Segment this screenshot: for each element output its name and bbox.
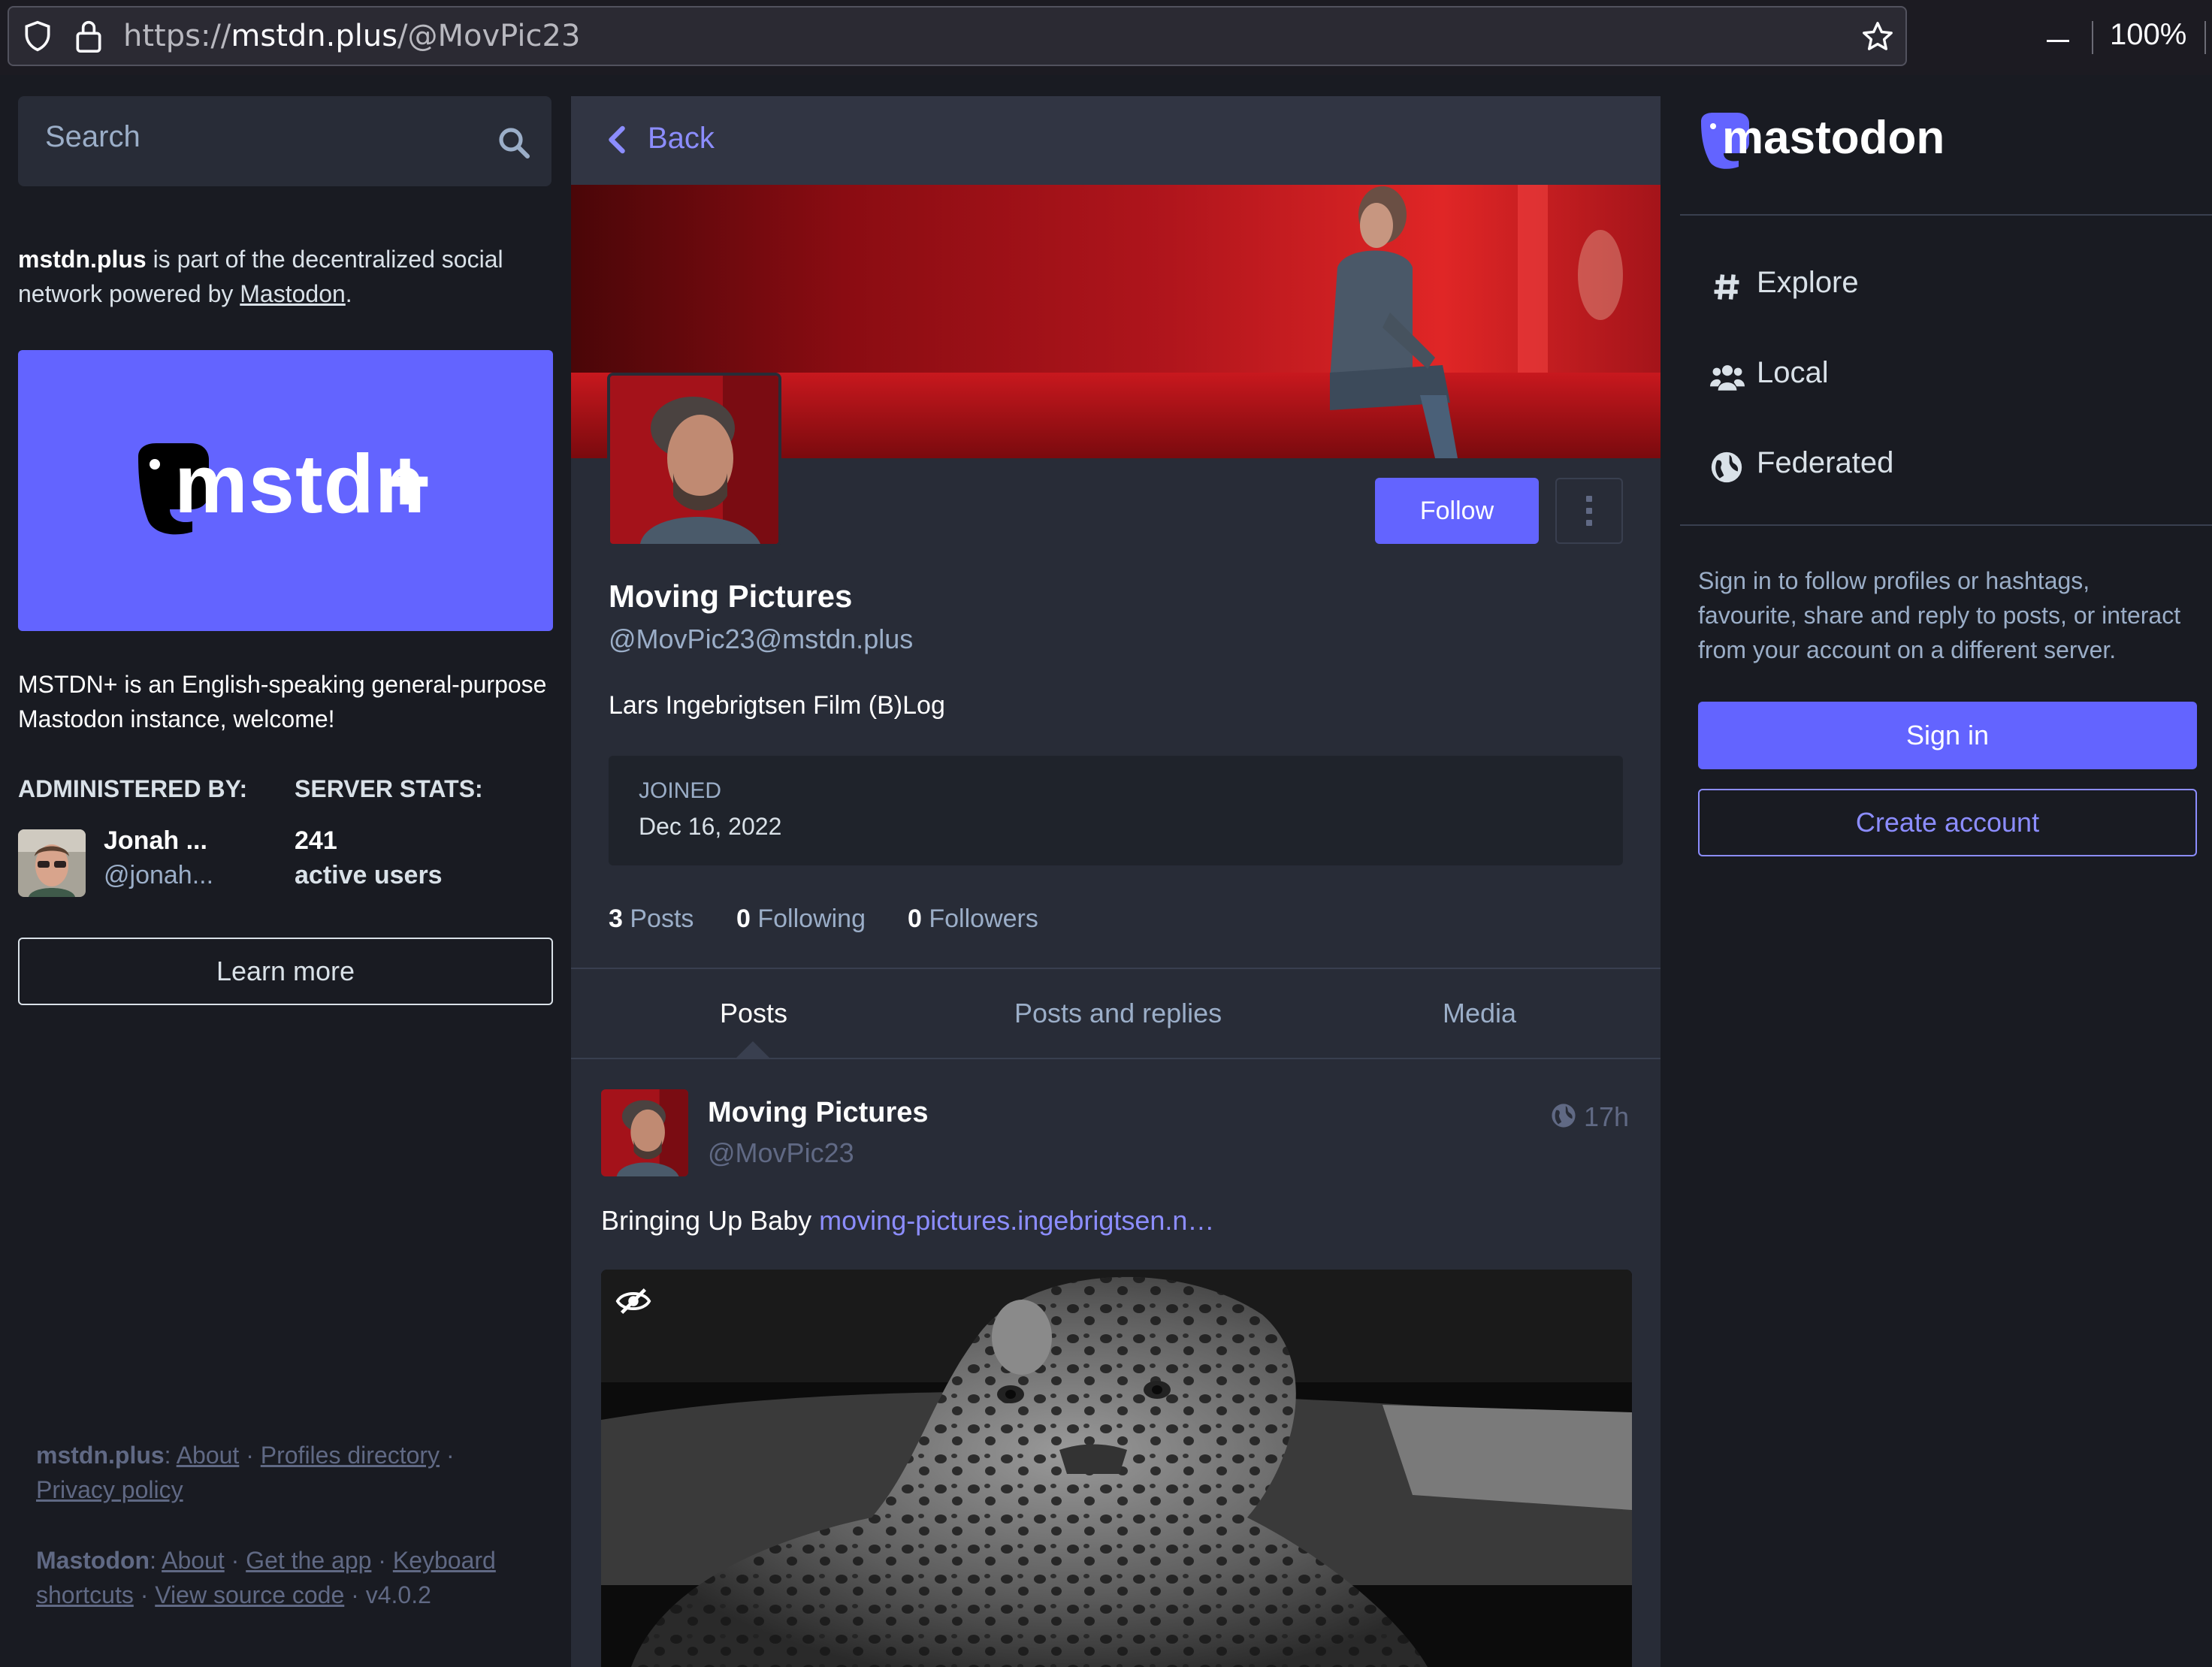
footer-source-code-link[interactable]: View source code — [155, 1581, 344, 1608]
follow-button[interactable]: Follow — [1375, 478, 1539, 544]
ellipsis-vertical-icon — [1586, 496, 1592, 526]
banner-plus: + — [379, 430, 432, 531]
logo-text: mastodon — [1722, 112, 1945, 164]
server-footer-links: mstdn.plus: About · Profiles directory ·… — [36, 1442, 455, 1503]
divider — [1680, 214, 2212, 216]
server-logo: mstdn + — [131, 430, 431, 542]
server-description: MSTDN+ is an English-speaking general-pu… — [18, 671, 547, 732]
globe-icon — [1711, 451, 1742, 483]
intro-end: . — [345, 280, 352, 307]
url-text[interactable]: https://mstdn.plus/@MovPic23 — [123, 14, 580, 59]
admin-handle[interactable]: @jonah... — [104, 861, 213, 890]
nav-local-label: Local — [1757, 356, 1829, 389]
footer-privacy-policy-link[interactable]: Privacy policy — [36, 1476, 183, 1503]
globe-icon — [1552, 1104, 1576, 1128]
followers-count-link[interactable]: 0 Followers — [908, 904, 1038, 934]
post-author-avatar[interactable] — [601, 1089, 688, 1176]
post-text: Bringing Up Baby — [601, 1205, 820, 1236]
post-content: Bringing Up Baby moving-pictures.ingebri… — [601, 1205, 1214, 1237]
zoom-out-button[interactable] — [2047, 40, 2069, 42]
tab-posts[interactable]: Posts — [720, 998, 787, 1029]
tab-posts-and-replies[interactable]: Posts and replies — [1014, 998, 1222, 1029]
following-count-label: Following — [757, 904, 866, 933]
posts-count-label: Posts — [630, 904, 694, 933]
shield-icon[interactable] — [21, 20, 54, 53]
profile-account-handle: @MovPic23@mstdn.plus — [609, 624, 914, 654]
footer-get-app-link[interactable]: Get the app — [246, 1547, 371, 1574]
posts-count: 3 — [609, 904, 623, 933]
sign-in-button[interactable]: Sign in — [1698, 702, 2197, 769]
footer-server-name: mstdn.plus — [36, 1442, 165, 1469]
chevron-left-icon[interactable] — [606, 125, 628, 155]
column-header — [571, 96, 1661, 185]
profile-bio: Lars Ingebrigtsen Film (B)Log — [609, 691, 945, 720]
url-path: /@MovPic23 — [397, 19, 581, 53]
toolbar-divider — [2092, 21, 2093, 54]
intro-server-name: mstdn.plus — [18, 246, 147, 273]
nav-federated-label: Federated — [1757, 446, 1894, 479]
more-options-button[interactable] — [1555, 478, 1623, 544]
url-host: mstdn.plus — [231, 19, 398, 53]
post-media-image[interactable] — [601, 1270, 1632, 1667]
post-author-handle[interactable]: @MovPic23 — [708, 1137, 854, 1169]
eye-slash-icon[interactable] — [615, 1286, 652, 1316]
server-stats-heading: SERVER STATS: — [295, 775, 483, 802]
post-link[interactable]: moving-pictures.ingebrigtsen.n… — [819, 1205, 1214, 1236]
posts-count-link[interactable]: 3 Posts — [609, 904, 694, 934]
lock-icon[interactable] — [72, 18, 105, 54]
followers-count-label: Followers — [929, 904, 1038, 933]
administered-by-heading: ADMINISTERED BY: — [18, 775, 248, 802]
post-timestamp[interactable]: 17h — [1584, 1101, 1629, 1133]
joined-date: Dec 16, 2022 — [639, 813, 782, 840]
profile-avatar[interactable] — [607, 373, 781, 547]
followers-count: 0 — [908, 904, 922, 933]
divider — [1680, 524, 2212, 526]
mastodon-logo[interactable]: mastodon — [1698, 110, 1945, 170]
following-count: 0 — [736, 904, 751, 933]
nav-local[interactable]: Local — [1680, 352, 2212, 404]
learn-more-button[interactable]: Learn more — [18, 938, 553, 1005]
footer-about-link[interactable]: About — [177, 1442, 240, 1469]
sign-in-prompt: Sign in to follow profiles or hashtags, … — [1698, 567, 2181, 663]
version-label: v4.0.2 — [365, 1581, 431, 1608]
search-icon[interactable] — [496, 125, 532, 161]
active-users-label: active users — [295, 861, 443, 889]
joined-field — [609, 756, 1623, 865]
tab-media[interactable]: Media — [1443, 998, 1516, 1029]
admin-name[interactable]: Jonah ... — [104, 826, 207, 856]
mastodon-link[interactable]: Mastodon — [240, 280, 346, 307]
following-count-link[interactable]: 0 Following — [736, 904, 866, 934]
server-intro: mstdn.plus is part of the decentralized … — [18, 242, 544, 311]
footer-mastodon-about-link[interactable]: About — [162, 1547, 225, 1574]
active-tab-indicator — [735, 1041, 771, 1059]
bookmark-star-icon[interactable] — [1860, 20, 1895, 54]
create-account-button[interactable]: Create account — [1698, 789, 2197, 856]
nav-federated[interactable]: Federated — [1680, 442, 2212, 494]
zoom-level[interactable]: 100% — [2110, 18, 2186, 52]
nav-explore[interactable]: Explore — [1680, 261, 2212, 314]
back-button[interactable]: Back — [648, 122, 715, 156]
hashtag-icon — [1714, 274, 1739, 300]
footer-profiles-directory-link[interactable]: Profiles directory — [261, 1442, 440, 1469]
mastodon-footer-links: Mastodon: About · Get the app · Keyboard… — [36, 1547, 496, 1608]
search-placeholder: Search — [45, 120, 141, 153]
joined-label: JOINED — [639, 778, 722, 803]
nav-explore-label: Explore — [1757, 266, 1859, 299]
url-scheme: https:// — [123, 19, 231, 53]
users-icon — [1710, 365, 1745, 391]
active-users-count: 241 — [295, 826, 337, 855]
admin-avatar[interactable] — [18, 829, 86, 897]
profile-display-name: Moving Pictures — [609, 578, 853, 614]
footer-mastodon-label: Mastodon — [36, 1547, 150, 1574]
toolbar-divider — [2204, 21, 2206, 54]
post-author-name[interactable]: Moving Pictures — [708, 1097, 929, 1129]
